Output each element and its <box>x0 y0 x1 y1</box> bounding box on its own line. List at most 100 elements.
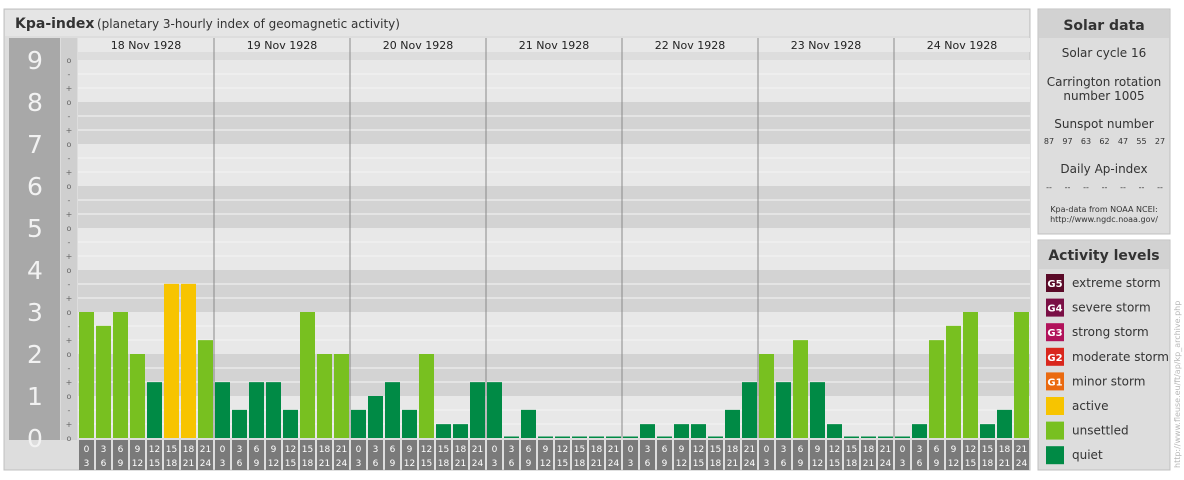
kp-bar <box>368 396 383 438</box>
sunspot-value: 97 <box>1062 137 1072 146</box>
interval-start-label: 0 <box>628 445 634 455</box>
activity-badge: G5 <box>1047 279 1062 290</box>
sunspot-title: Sunspot number <box>1054 117 1153 131</box>
kp-band <box>78 312 1030 354</box>
interval-end-label: 21 <box>863 459 874 469</box>
interval-start-label: 15 <box>846 445 857 455</box>
kp-bar <box>827 424 842 438</box>
interval-end-label: 24 <box>472 459 484 469</box>
interval-end-label: 6 <box>237 459 243 469</box>
y-tick-label: 6 <box>27 172 43 201</box>
interval-start-label: 18 <box>863 445 875 455</box>
minor-tick-label: o <box>67 350 72 359</box>
carrington-line-2: number 1005 <box>1063 89 1144 103</box>
interval-end-label: 9 <box>118 459 124 469</box>
y-tick-label: 7 <box>27 130 43 159</box>
kp-bar <box>861 436 876 438</box>
kp-bar <box>844 436 859 438</box>
day-label: 20 Nov 1928 <box>383 39 453 52</box>
activity-label: quiet <box>1072 448 1103 462</box>
sunspot-value: 63 <box>1081 137 1091 146</box>
interval-start-label: 9 <box>271 445 277 455</box>
y-tick-label: 3 <box>27 298 43 327</box>
interval-start-label: 12 <box>693 445 704 455</box>
day-label: 18 Nov 1928 <box>111 39 181 52</box>
interval-end-label: 24 <box>200 459 212 469</box>
ap-title: Daily Ap-index <box>1060 162 1147 176</box>
minor-tick-label: o <box>67 98 72 107</box>
activity-label: severe storm <box>1072 301 1151 315</box>
minor-tick-label: o <box>67 308 72 317</box>
minor-tick-label: - <box>68 238 71 247</box>
interval-start-label: 6 <box>254 445 260 455</box>
kp-bar <box>130 354 145 438</box>
activity-label: minor storm <box>1072 374 1145 388</box>
kp-bar <box>351 409 366 438</box>
plot-background <box>78 38 1030 438</box>
kp-bar <box>147 382 162 438</box>
chart-subtitle: (planetary 3-hourly index of geomagnetic… <box>97 17 400 31</box>
kp-bar <box>215 382 230 438</box>
interval-start-label: 18 <box>455 445 467 455</box>
kp-band <box>78 270 1030 312</box>
interval-start-label: 6 <box>798 445 804 455</box>
activity-label: unsettled <box>1072 424 1129 438</box>
interval-end-label: 15 <box>693 459 704 469</box>
activity-badge: G2 <box>1047 353 1062 364</box>
interval-end-label: 21 <box>455 459 466 469</box>
y-tick-label: 5 <box>27 214 43 243</box>
kp-bar <box>487 382 502 438</box>
interval-start-label: 6 <box>662 445 668 455</box>
minor-tick-label: + <box>66 84 73 93</box>
ap-value: -- <box>1046 183 1052 192</box>
kp-bar <box>453 424 468 438</box>
interval-end-label: 15 <box>965 459 976 469</box>
interval-start-label: 3 <box>645 445 651 455</box>
solar-data-panel: Solar data Solar cycle 16 Carrington rot… <box>1037 8 1171 235</box>
interval-start-label: 9 <box>135 445 141 455</box>
kp-bar <box>725 409 740 438</box>
interval-end-label: 24 <box>336 459 348 469</box>
interval-start-label: 0 <box>356 445 362 455</box>
kp-bar <box>878 436 893 438</box>
interval-start-label: 12 <box>149 445 160 455</box>
interval-start-label: 18 <box>319 445 331 455</box>
interval-start-label: 21 <box>744 445 755 455</box>
activity-badge: G4 <box>1047 304 1062 315</box>
interval-start-label: 12 <box>285 445 296 455</box>
kp-band <box>78 60 1030 102</box>
interval-end-label: 3 <box>84 459 90 469</box>
source-line-2: http://www.ngdc.noaa.gov/ <box>1050 215 1158 224</box>
interval-start-label: 15 <box>982 445 993 455</box>
interval-start-label: 3 <box>373 445 379 455</box>
kp-bar <box>997 409 1012 438</box>
interval-start-label: 0 <box>764 445 770 455</box>
interval-end-label: 21 <box>727 459 738 469</box>
interval-end-label: 6 <box>509 459 515 469</box>
kp-bar <box>232 409 247 438</box>
kp-bar <box>912 424 927 438</box>
interval-start-label: 3 <box>101 445 107 455</box>
ap-value: -- <box>1083 183 1089 192</box>
interval-start-label: 6 <box>526 445 532 455</box>
activity-swatch <box>1046 446 1064 465</box>
kp-bar <box>810 382 825 438</box>
kp-bar <box>402 409 417 438</box>
kp-bar <box>963 312 978 438</box>
interval-end-label: 18 <box>846 459 858 469</box>
interval-end-label: 15 <box>285 459 296 469</box>
activity-label: moderate storm <box>1072 350 1169 364</box>
kp-bar <box>759 354 774 438</box>
interval-start-label: 18 <box>999 445 1011 455</box>
minor-tick-label: + <box>66 126 73 135</box>
interval-end-label: 12 <box>676 459 687 469</box>
interval-start-label: 3 <box>509 445 515 455</box>
interval-start-label: 18 <box>183 445 195 455</box>
day-label: 19 Nov 1928 <box>247 39 317 52</box>
carrington-line-1: Carrington rotation <box>1047 75 1161 89</box>
interval-end-label: 9 <box>254 459 260 469</box>
minor-tick-label: - <box>68 196 71 205</box>
minor-tick-label: o <box>67 140 72 149</box>
interval-start-label: 12 <box>965 445 976 455</box>
interval-end-label: 9 <box>798 459 804 469</box>
